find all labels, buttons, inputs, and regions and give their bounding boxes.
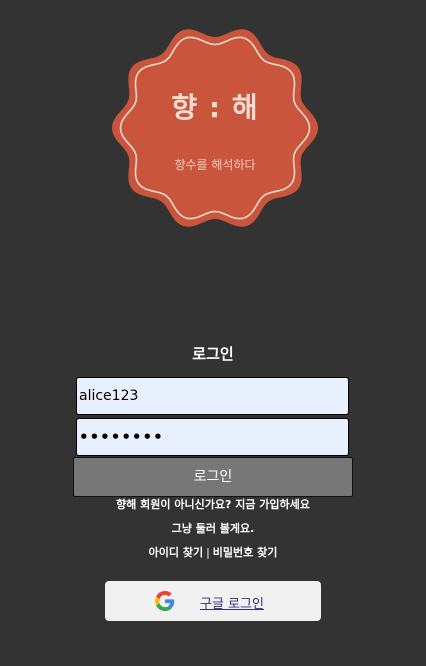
login-heading: 로그인 — [192, 345, 234, 363]
signup-link[interactable]: 지금 가입하세요 — [235, 498, 310, 511]
login-button[interactable]: 로그인 — [73, 457, 353, 497]
brand-logo: 향 : 해 향수를 해석하다 — [105, 22, 325, 234]
google-login-button[interactable]: 구글 로그인 — [105, 581, 321, 621]
password-input[interactable] — [76, 418, 349, 456]
browse-link[interactable]: 그냥 둘러 볼게요. — [172, 522, 255, 535]
badge-outer — [112, 29, 318, 227]
find-id-link[interactable]: 아이디 찾기 — [149, 546, 203, 559]
logo-title: 향 : 해 — [171, 91, 259, 124]
not-member-text: 향해 회원이 아니신가요? — [116, 498, 232, 511]
logo-subtitle: 향수를 해석하다 — [174, 158, 256, 172]
find-password-link[interactable]: 비밀번호 찾기 — [213, 546, 278, 559]
google-login-label: 구글 로그인 — [200, 597, 264, 612]
find-account-row: 아이디 찾기 | 비밀번호 찾기 — [0, 544, 426, 560]
link-separator: | — [206, 546, 210, 559]
google-g-icon — [155, 591, 175, 611]
logo-badge-shape — [112, 29, 318, 227]
signup-prompt: 향해 회원이 아니신가요? 지금 가입하세요 — [0, 496, 426, 512]
browse-row: 그냥 둘러 볼게요. — [0, 520, 426, 536]
user-id-input[interactable] — [76, 377, 349, 415]
